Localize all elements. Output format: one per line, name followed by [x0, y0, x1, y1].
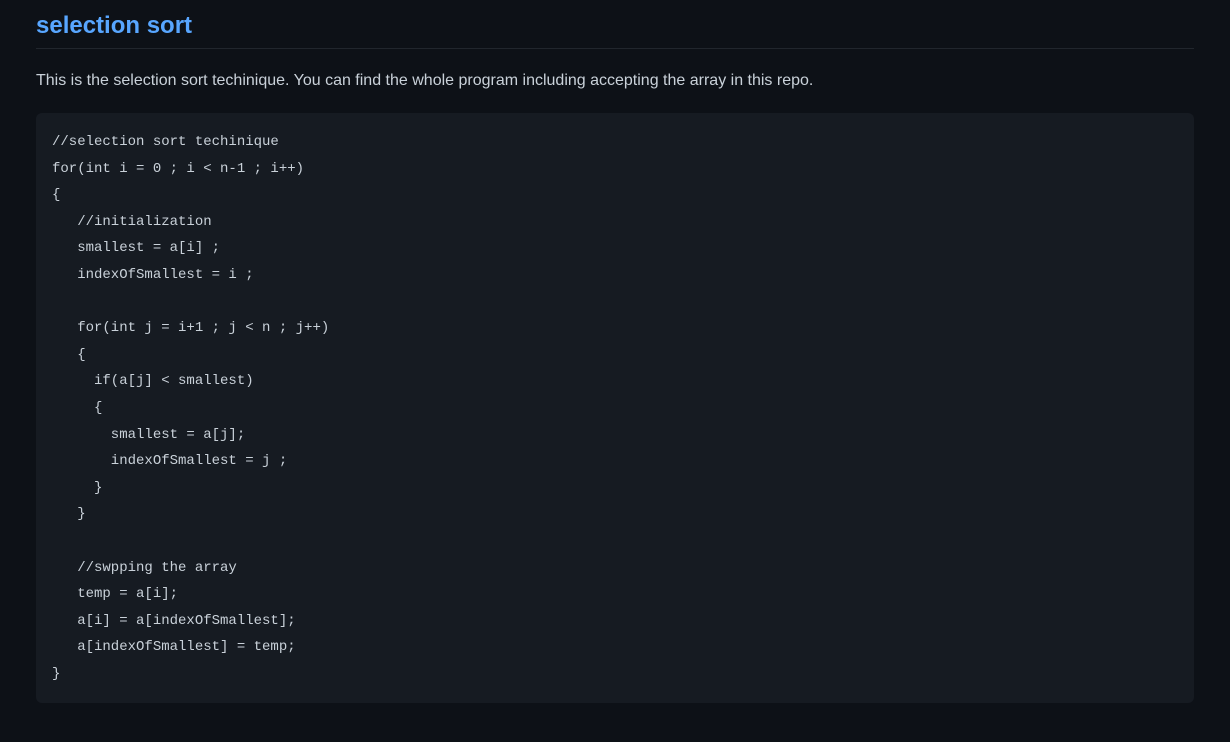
code-block: //selection sort techinique for(int i = …	[36, 113, 1194, 703]
code-content: //selection sort techinique for(int i = …	[52, 129, 1178, 687]
section-heading[interactable]: selection sort	[36, 0, 1194, 49]
section-description: This is the selection sort techinique. Y…	[36, 69, 1194, 93]
